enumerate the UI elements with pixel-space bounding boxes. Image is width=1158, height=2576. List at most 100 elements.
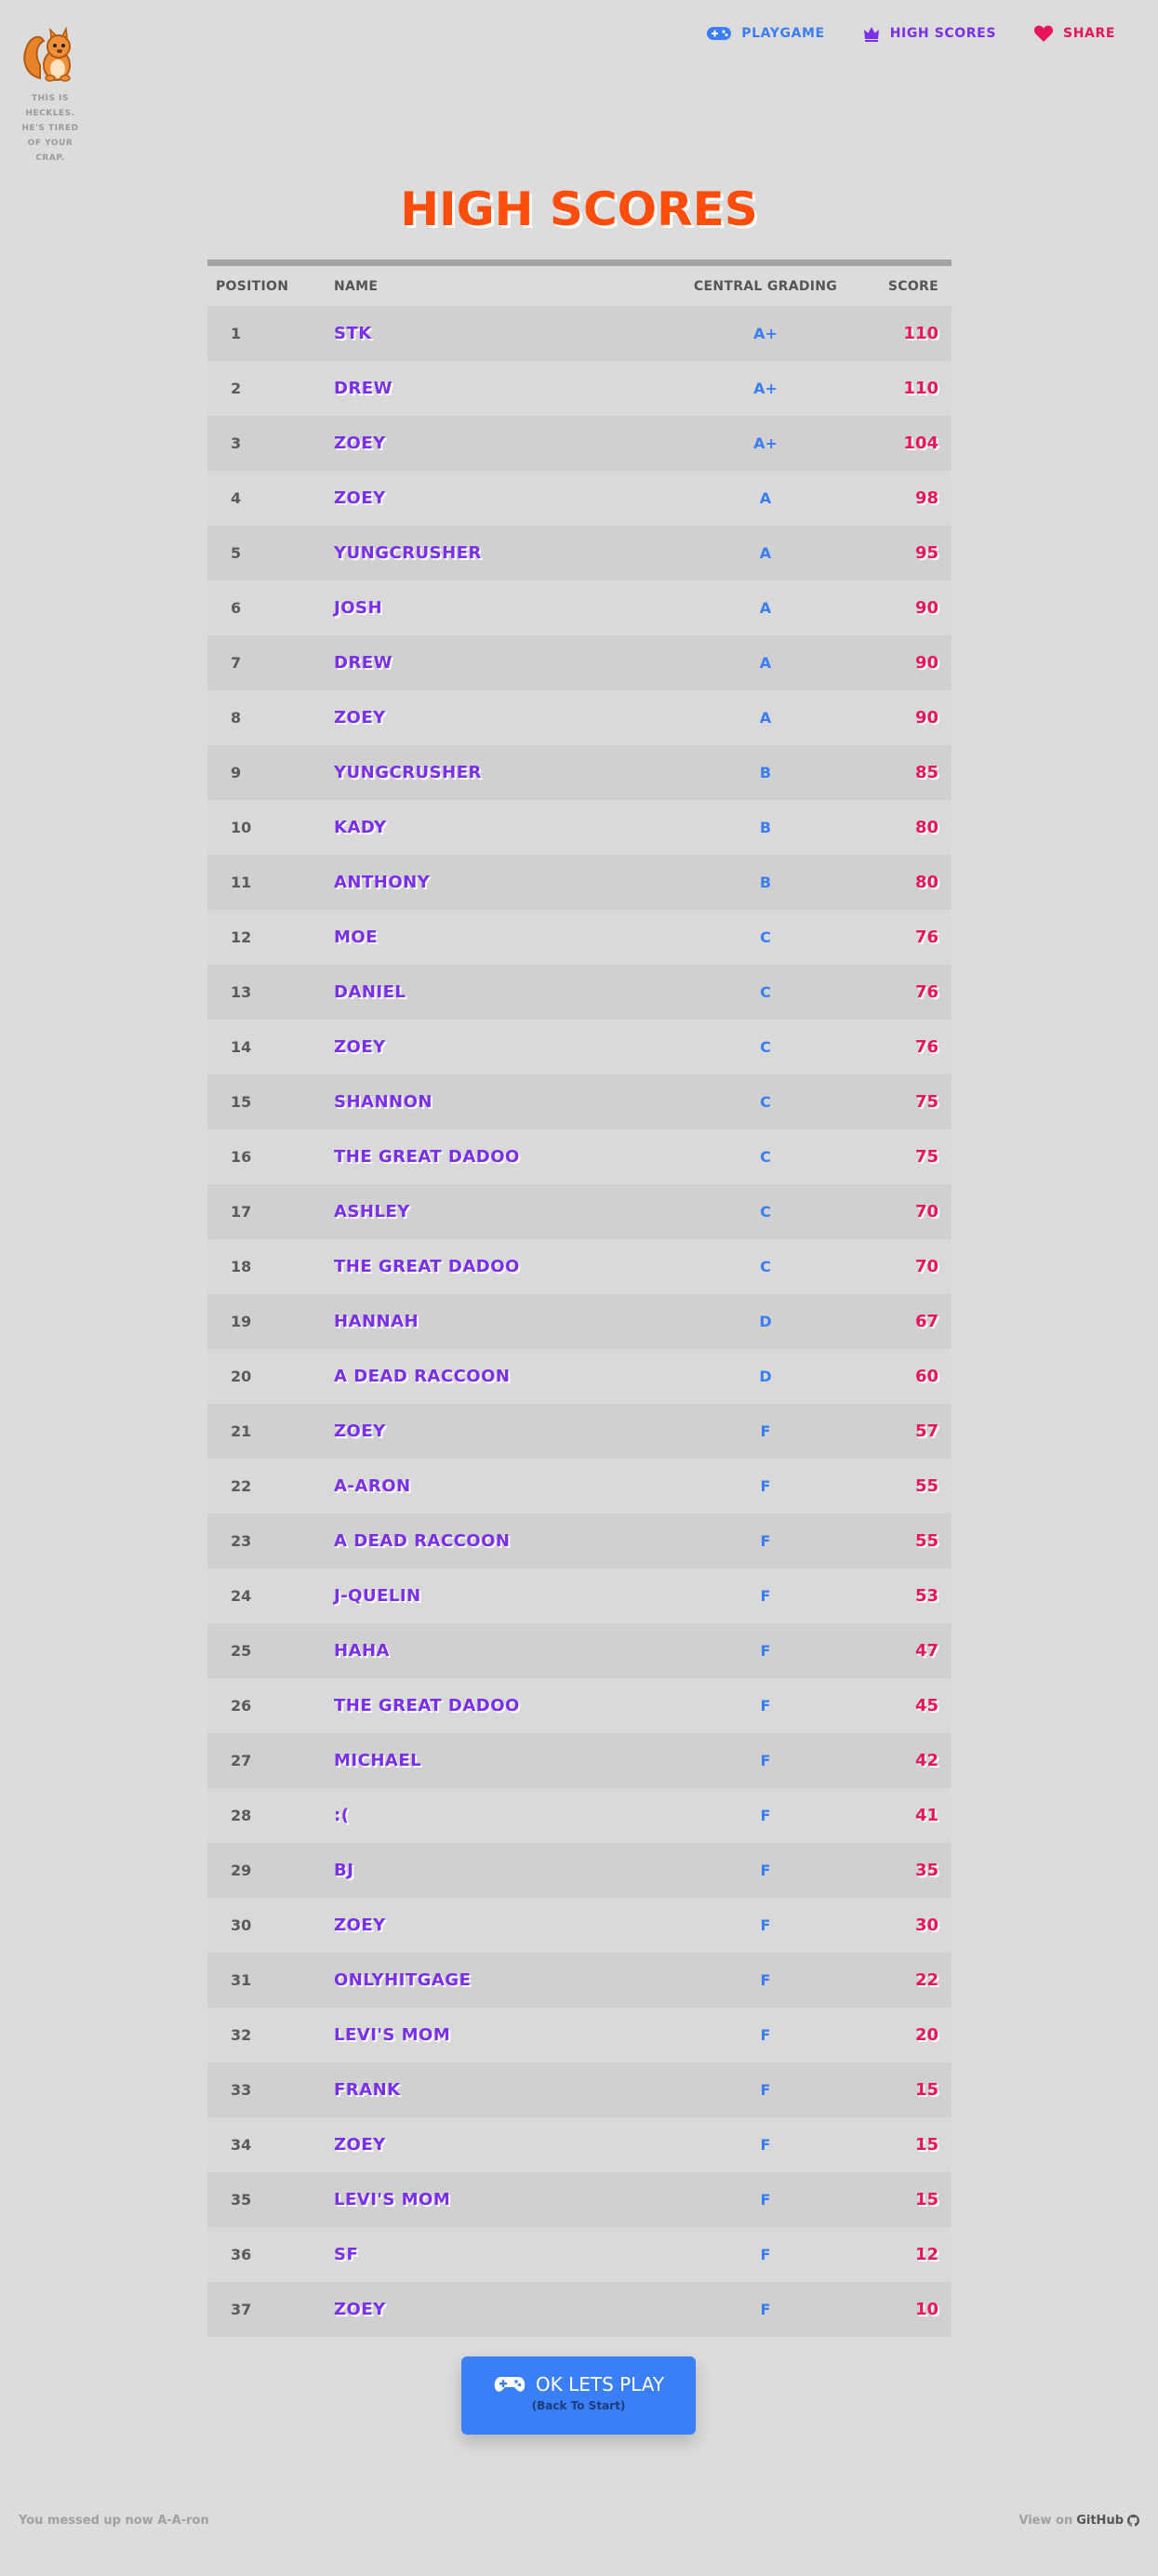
row-score: 20 [914, 2025, 938, 2045]
row-grade: F [760, 1532, 771, 1550]
row-position: 28 [231, 1807, 252, 1824]
header-position: POSITION [216, 278, 289, 294]
nav-playgame-link[interactable]: PLAYGAME [706, 26, 824, 41]
row-grade: F [760, 2026, 771, 2044]
ok-lets-play-button[interactable]: OK LETS PLAY (Back To Start) [461, 2356, 696, 2435]
nav-share-link[interactable]: SHARE [1033, 24, 1115, 43]
row-position: 4 [231, 489, 242, 507]
row-score: 90 [914, 708, 938, 727]
gamepad-icon [494, 2377, 526, 2392]
row-grade: B [759, 819, 772, 836]
table-row: 26 THE GREAT DADOO F 45 [207, 1678, 952, 1733]
row-score: 47 [914, 1641, 938, 1661]
row-name: LEVI'S MOM [334, 2025, 451, 2045]
row-name: ZOEY [334, 708, 386, 727]
table-row: 35 LEVI'S MOM F 15 [207, 2172, 952, 2227]
row-grade: B [759, 764, 772, 781]
row-grade: F [760, 1477, 771, 1495]
row-name: HANNAH [334, 1312, 419, 1331]
table-row: 2 DREW A+ 110 [207, 361, 952, 416]
row-score: 70 [914, 1202, 938, 1221]
github-link[interactable]: View on GitHub [1018, 2514, 1139, 2528]
row-position: 23 [231, 1532, 252, 1550]
row-grade: A [759, 489, 772, 507]
row-score: 35 [914, 1861, 938, 1880]
row-score: 12 [914, 2245, 938, 2264]
row-score: 80 [914, 873, 938, 892]
row-score: 76 [914, 1037, 938, 1057]
row-name: ONLYHITGAGE [334, 1970, 472, 1990]
table-row: 12 MOE C 76 [207, 910, 952, 965]
row-name: ZOEY [334, 488, 386, 508]
row-name: J-QUELIN [334, 1586, 421, 1606]
table-row: 34 ZOEY F 15 [207, 2117, 952, 2172]
row-grade: F [760, 1752, 771, 1769]
row-name: ZOEY [334, 2135, 386, 2155]
row-name: YUNGCRUSHER [334, 763, 482, 782]
row-score: 76 [914, 928, 938, 947]
row-grade: A [759, 654, 772, 672]
row-position: 33 [231, 2081, 252, 2099]
row-position: 10 [231, 819, 252, 836]
row-grade: C [760, 1258, 771, 1275]
nav-playgame-label: PLAYGAME [741, 26, 825, 41]
row-name: THE GREAT DADOO [334, 1147, 520, 1167]
logo[interactable]: THIS IS HECKLES. HE'S TIRED OF YOUR CRAP… [17, 24, 84, 166]
row-score: 75 [914, 1147, 938, 1167]
row-grade: F [760, 1697, 771, 1715]
row-grade: F [760, 2136, 771, 2154]
row-position: 11 [231, 874, 252, 891]
row-score: 90 [914, 598, 938, 618]
row-name: THE GREAT DADOO [334, 1696, 520, 1715]
row-score: 98 [914, 488, 938, 508]
row-name: FRANK [334, 2080, 401, 2100]
header-grade: CENTRAL GRADING [693, 278, 838, 294]
row-score: 95 [914, 543, 938, 563]
nav-high-scores-link[interactable]: HIGH SCORES [862, 24, 996, 43]
row-grade: C [760, 1203, 771, 1221]
row-grade: F [760, 1422, 771, 1440]
row-grade: F [760, 2191, 771, 2209]
row-name: YUNGCRUSHER [334, 543, 482, 563]
table-top-rule [207, 260, 952, 266]
table-row: 3 ZOEY A+ 104 [207, 416, 952, 471]
row-position: 13 [231, 983, 252, 1001]
row-name: LEVI'S MOM [334, 2190, 451, 2209]
row-grade: A [759, 709, 772, 727]
table-row: 24 J-QUELIN F 53 [207, 1568, 952, 1623]
github-icon [1127, 2515, 1139, 2527]
play-button-sublabel: (Back To Start) [531, 2399, 626, 2412]
row-score: 70 [914, 1257, 938, 1276]
row-position: 26 [231, 1697, 252, 1715]
squirrel-logo-icon [23, 26, 71, 82]
github-link-label: GitHub [1076, 2514, 1124, 2528]
row-name: ANTHONY [334, 873, 431, 892]
row-grade: F [760, 1642, 771, 1660]
row-score: 45 [914, 1696, 938, 1715]
table-row: 25 HAHA F 47 [207, 1623, 952, 1678]
page-title: HIGH SCORES [400, 182, 758, 236]
row-name: A DEAD RACCOON [334, 1531, 511, 1551]
row-name: JOSH [334, 598, 383, 618]
row-grade: A [759, 599, 772, 617]
row-position: 36 [231, 2246, 252, 2263]
row-grade: B [759, 874, 772, 891]
row-name: :( [334, 1806, 350, 1825]
row-grade: F [760, 2246, 771, 2263]
crown-icon [863, 27, 879, 42]
row-grade: F [760, 1916, 771, 1934]
row-grade: F [760, 1807, 771, 1824]
row-grade: D [759, 1313, 772, 1330]
play-button-label: OK LETS PLAY [535, 2373, 665, 2396]
tagline-line: HECKLES. [25, 109, 75, 118]
row-grade: C [760, 1038, 771, 1056]
row-grade: A+ [753, 325, 778, 342]
row-grade: A+ [753, 380, 778, 397]
row-score: 80 [914, 818, 938, 837]
table-row: 36 SF F 12 [207, 2227, 952, 2282]
row-name: BJ [334, 1861, 354, 1880]
heart-icon [1033, 25, 1054, 42]
table-row: 10 KADY B 80 [207, 800, 952, 855]
table-row: 11 ANTHONY B 80 [207, 855, 952, 910]
row-score: 75 [914, 1092, 938, 1112]
